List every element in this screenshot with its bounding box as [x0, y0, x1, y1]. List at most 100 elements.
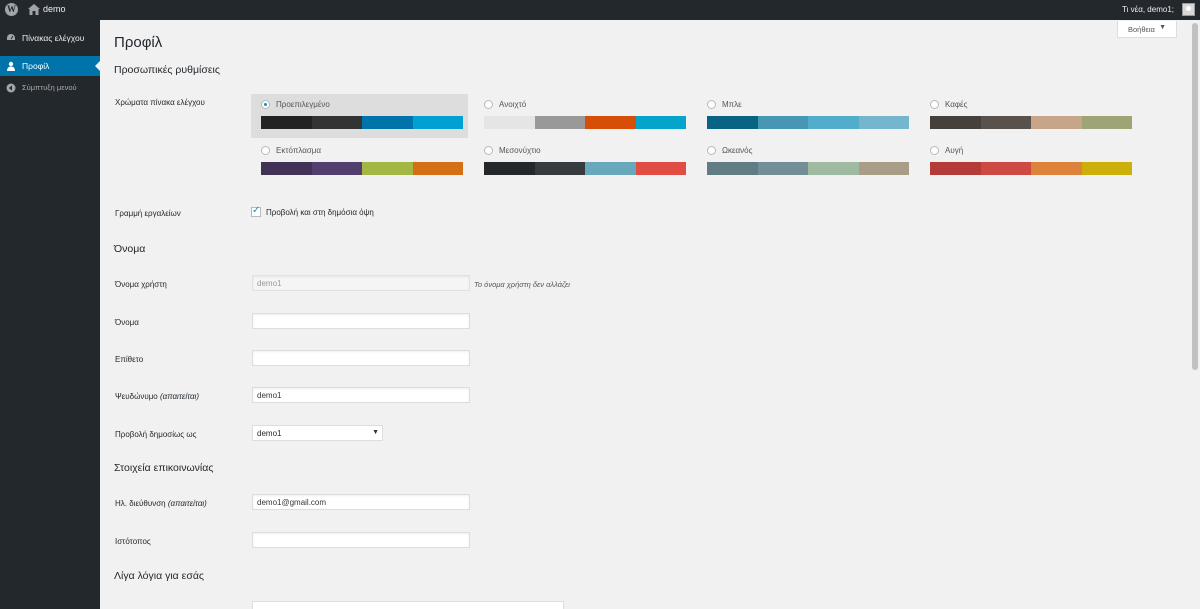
color-scheme-option[interactable]: Μεσονύχτιο — [474, 140, 691, 184]
user-greeting[interactable]: Τι νέα, demo1; — [1122, 5, 1174, 14]
scrollbar-thumb[interactable] — [1192, 23, 1198, 370]
color-swatch — [757, 116, 808, 129]
color-scheme-option[interactable]: Αυγή — [920, 140, 1137, 184]
chevron-down-icon: ▼ — [1159, 24, 1166, 31]
color-swatch — [757, 162, 808, 175]
color-swatch — [362, 116, 413, 129]
sidebar-item-profile[interactable]: Προφίλ — [0, 56, 100, 76]
color-swatch — [484, 162, 535, 175]
color-swatch — [808, 162, 859, 175]
admin-bar: demo Τι νέα, demo1; — [0, 0, 1200, 20]
last-name-label: Επίθετο — [115, 355, 144, 364]
color-scheme-radio[interactable] — [484, 100, 493, 109]
color-swatch — [261, 116, 312, 129]
website-input[interactable] — [252, 532, 470, 548]
first-name-input[interactable] — [252, 313, 470, 329]
first-name-label: Όνομα — [115, 318, 139, 327]
personal-settings-heading: Προσωπικές ρυθμίσεις — [114, 64, 220, 76]
color-scheme-option[interactable]: Ανοιχτό — [474, 94, 691, 138]
color-swatch — [1031, 162, 1082, 175]
color-scheme-name: Μεσονύχτιο — [499, 146, 541, 155]
toolbar-checkbox[interactable] — [251, 205, 261, 217]
nickname-label: Ψευδώνυμο (απαιτείται) — [115, 392, 199, 401]
color-scheme-radio[interactable] — [930, 146, 939, 155]
color-scheme-radio[interactable] — [707, 146, 716, 155]
color-swatch — [362, 162, 413, 175]
avatar[interactable] — [1182, 3, 1195, 16]
color-swatch — [635, 116, 686, 129]
color-swatch — [930, 116, 981, 129]
color-scheme-radio[interactable] — [930, 100, 939, 109]
display-name-value: demo1 — [257, 429, 282, 438]
display-name-select[interactable]: demo1 ▼ — [252, 425, 383, 441]
color-scheme-name: Εκτόπλασμα — [276, 146, 322, 155]
color-scheme-swatches — [261, 116, 463, 129]
username-input[interactable]: demo1 — [252, 275, 470, 291]
help-tab-button[interactable]: Βοήθεια ▼ — [1117, 21, 1177, 38]
color-scheme-option[interactable]: Προεπιλεγμένο — [251, 94, 468, 138]
color-scheme-name: Αυγή — [945, 146, 964, 155]
color-swatch — [808, 116, 859, 129]
color-swatch — [1081, 116, 1132, 129]
wordpress-logo-icon[interactable] — [5, 3, 18, 16]
color-swatch — [412, 116, 463, 129]
sidebar-item-label: Πίνακας ελέγχου — [22, 33, 85, 43]
color-swatch — [1081, 162, 1132, 175]
color-scheme-radio[interactable] — [261, 100, 270, 109]
home-icon[interactable] — [28, 4, 40, 15]
color-swatch — [707, 162, 758, 175]
sidebar-item-dashboard[interactable]: Πίνακας ελέγχου — [0, 28, 100, 48]
nickname-label-text: Ψευδώνυμο — [115, 392, 158, 401]
color-swatch — [585, 162, 636, 175]
site-name-link[interactable]: demo — [43, 4, 66, 14]
contact-info-heading: Στοιχεία επικοινωνίας — [114, 462, 214, 474]
nickname-input[interactable]: demo1 — [252, 387, 470, 403]
color-swatch — [534, 162, 585, 175]
color-scheme-swatches — [484, 116, 686, 129]
color-scheme-swatches — [930, 162, 1132, 175]
help-tab-label: Βοήθεια — [1128, 25, 1155, 34]
biography-textarea[interactable] — [252, 601, 564, 609]
color-swatch — [858, 162, 909, 175]
color-scheme-radio[interactable] — [484, 146, 493, 155]
color-scheme-option[interactable]: Μπλε — [697, 94, 914, 138]
color-scheme-name: Ωκεανός — [722, 146, 753, 155]
color-scheme-name: Προεπιλεγμένο — [276, 100, 330, 109]
dashboard-icon — [7, 34, 15, 40]
email-input[interactable]: demo1@gmail.com — [252, 494, 470, 510]
color-scheme-swatches — [484, 162, 686, 175]
color-scheme-option[interactable]: Ωκεανός — [697, 140, 914, 184]
user-icon — [7, 61, 15, 71]
color-scheme-option[interactable]: Καφές — [920, 94, 1137, 138]
color-scheme-radio[interactable] — [261, 146, 270, 155]
main-content: Βοήθεια ▼ Προφίλ Προσωπικές ρυθμίσεις Χρ… — [100, 20, 1190, 609]
about-yourself-heading: Λίγα λόγια για εσάς — [114, 570, 204, 582]
toolbar-checkbox-label: Προβολή και στη δημόσια όψη — [266, 208, 374, 217]
color-scheme-swatches — [707, 116, 909, 129]
color-swatch — [980, 162, 1031, 175]
color-swatch — [484, 116, 535, 129]
required-note: (απαιτείται) — [167, 499, 207, 508]
color-scheme-swatches — [261, 162, 463, 175]
color-scheme-name: Μπλε — [722, 100, 742, 109]
color-swatch — [635, 162, 686, 175]
color-swatch — [412, 162, 463, 175]
last-name-input[interactable] — [252, 350, 470, 366]
page-scrollbar[interactable] — [1190, 20, 1200, 609]
color-scheme-name: Ανοιχτό — [499, 100, 527, 109]
color-swatch — [311, 116, 362, 129]
color-scheme-name: Καφές — [945, 100, 968, 109]
color-scheme-option[interactable]: Εκτόπλασμα — [251, 140, 468, 184]
color-swatch — [585, 116, 636, 129]
admin-sidebar: Πίνακας ελέγχου Προφίλ Σύμπτυξη μενού — [0, 20, 100, 609]
color-swatch — [930, 162, 981, 175]
color-swatch — [311, 162, 362, 175]
username-description: Το όνομα χρήστη δεν αλλάζει — [474, 280, 570, 289]
color-swatch — [1031, 116, 1082, 129]
color-scheme-radio[interactable] — [707, 100, 716, 109]
collapse-icon — [6, 83, 16, 93]
collapse-menu-button[interactable]: Σύμπτυξη μενού — [0, 78, 100, 98]
website-label: Ιστότοπος — [115, 537, 151, 546]
email-label: Ηλ. διεύθυνση (απαιτείται) — [115, 499, 207, 508]
chevron-down-icon: ▼ — [372, 429, 379, 436]
